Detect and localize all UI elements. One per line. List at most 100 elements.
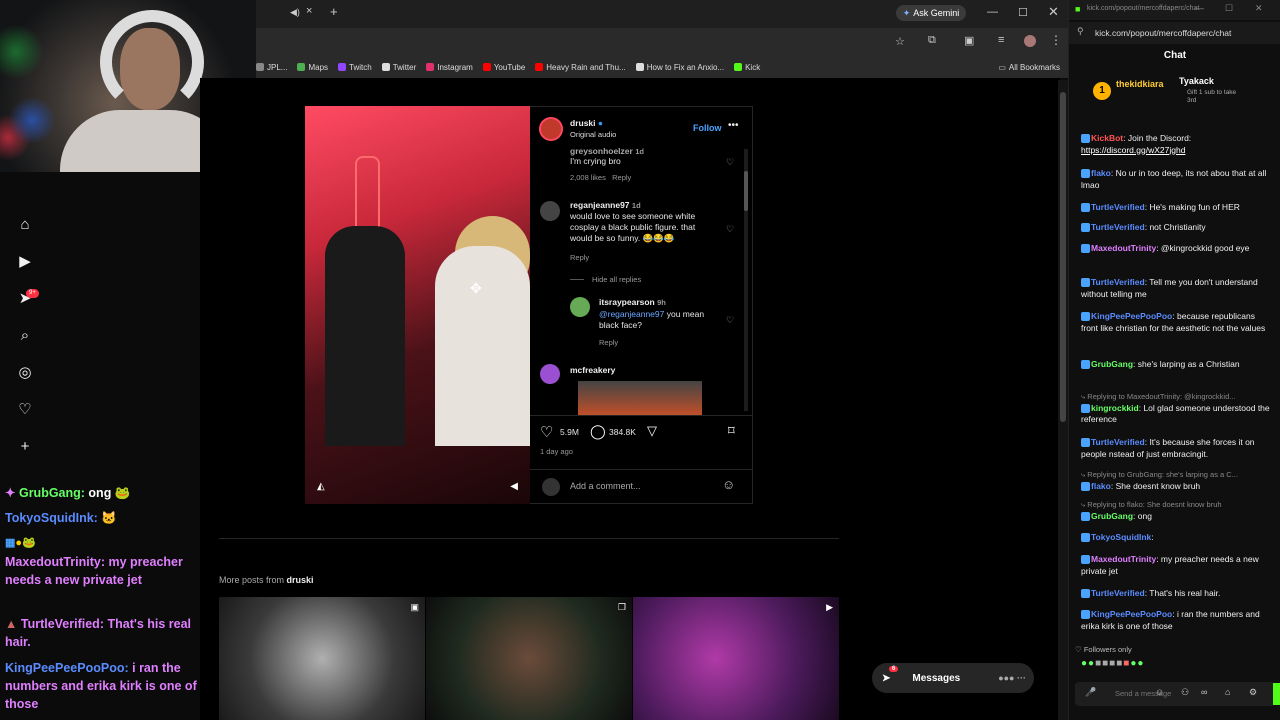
mute-icon[interactable]: ◀ [510, 481, 518, 492]
chat-username[interactable]: TurtleVerified [1091, 437, 1145, 447]
comment-username[interactable]: greysonhoelzer 1d [570, 146, 644, 156]
star-icon[interactable]: ☆ [895, 35, 905, 48]
home-icon[interactable]: ⌂ [1225, 687, 1230, 697]
users-icon[interactable]: ⚇ [1181, 687, 1189, 698]
emoji-icon[interactable]: ☺ [1155, 687, 1164, 697]
author-username[interactable]: druski ● [570, 118, 603, 128]
bookmark-icon[interactable]: ⌑ [728, 423, 735, 439]
chat-username[interactable]: TurtleVerified [1091, 222, 1145, 232]
chat-username[interactable]: KingPeePeePooPoo [1091, 609, 1172, 619]
explore-icon[interactable]: ◎ [16, 364, 34, 382]
comment-username[interactable]: reganjeanne97 1d [570, 200, 641, 210]
commenter-avatar[interactable] [540, 364, 560, 384]
chat-username[interactable]: TurtleVerified [1091, 202, 1145, 212]
post-side-panel: druski ● Original audio Follow ••• greys… [530, 106, 753, 504]
emote-row[interactable]: ●●■■■■■●● [1081, 658, 1277, 674]
profile-avatar[interactable] [1024, 35, 1036, 47]
bookmark-item[interactable]: Instagram [426, 63, 473, 72]
hide-replies-button[interactable]: Hide all replies [592, 275, 641, 284]
settings-gear-icon[interactable]: ⚙ [1249, 687, 1257, 698]
like-icon[interactable]: ♡ [540, 423, 553, 441]
all-bookmarks-button[interactable]: ▭ All Bookmarks [998, 63, 1060, 72]
close-window-icon[interactable]: ✕ [1048, 4, 1059, 20]
chat-username[interactable]: TurtleVerified [1091, 588, 1145, 598]
bookmarks-bar: JPL... Maps Twitch Twitter Instagram YouTube H… [256, 56, 1068, 78]
extensions-icon[interactable]: ⧉ [928, 34, 936, 47]
maximize-icon[interactable]: ☐ [1018, 6, 1028, 19]
chat-username[interactable]: TokyoSquidInk [1091, 532, 1151, 542]
ask-gemini-button[interactable]: ✦ Ask Gemini [896, 5, 966, 21]
home-icon[interactable]: ⌂ [16, 216, 34, 234]
bookmark-item[interactable]: Twitch [338, 63, 372, 72]
maximize-icon[interactable]: ☐ [1225, 3, 1233, 14]
chat-username[interactable]: TurtleVerified [1091, 277, 1145, 287]
chat-username[interactable]: KickBot [1091, 133, 1123, 143]
chat-username[interactable]: kingrockkid [1091, 403, 1139, 413]
reply-button[interactable]: Reply [612, 173, 631, 182]
send-button[interactable] [1273, 683, 1280, 705]
close-tab-icon[interactable]: × [306, 5, 312, 17]
bookmark-item[interactable]: Twitter [381, 63, 416, 72]
commenter-avatar[interactable] [540, 201, 560, 221]
emoji-icon[interactable]: ☺ [722, 477, 735, 492]
new-tab-button[interactable]: + [330, 4, 338, 19]
chat-username[interactable]: GrubGang [1091, 359, 1133, 369]
bookmark-item[interactable]: Heavy Rain and Thu... [535, 63, 626, 72]
chat-username[interactable]: KingPeePeePooPoo [1091, 311, 1172, 321]
heart-icon[interactable]: ♡ [16, 401, 34, 419]
cast-icon[interactable]: ▣ [964, 34, 974, 47]
messages-button[interactable]: ➤ 6 Messages ●●● ··· [872, 663, 1034, 693]
microphone-icon[interactable]: 🎤 [1085, 687, 1096, 698]
share-icon[interactable]: ▽ [647, 423, 657, 439]
bookmark-item[interactable]: JPL... [256, 63, 287, 72]
speaker-icon[interactable]: ◀) [290, 7, 300, 18]
create-icon[interactable]: + [16, 438, 34, 456]
link-icon[interactable]: ∞ [1201, 687, 1207, 697]
chat-text: She doesnt know bruh [1115, 480, 1201, 491]
tag-icon[interactable]: ◭ [317, 481, 325, 492]
bookmark-item[interactable]: Maps [297, 63, 328, 72]
comment-username[interactable]: mcfreakery [570, 365, 615, 375]
minimize-icon[interactable]: — [1195, 3, 1204, 13]
commenter-avatar[interactable] [570, 297, 590, 317]
comment-heart-icon[interactable]: ♡ [726, 157, 734, 168]
follow-button[interactable]: Follow [693, 123, 722, 133]
kick-url-text[interactable]: kick.com/popout/mercoffdaperc/chat [1095, 28, 1231, 38]
post-thumbnail[interactable]: ▣ [219, 597, 425, 720]
chat-username[interactable]: flako [1091, 168, 1111, 178]
add-comment-input[interactable]: Add a comment... [570, 481, 641, 491]
chat-link[interactable]: https://discord.gg/wX27jghd [1081, 145, 1185, 155]
comment-username[interactable]: itsraypearson 9h [599, 297, 666, 307]
reply-button[interactable]: Reply [570, 253, 589, 262]
bookmark-item[interactable]: How to Fix an Anxio... [635, 63, 724, 72]
chat-username[interactable]: flako [1091, 481, 1111, 491]
more-options-icon[interactable]: ••• [728, 120, 739, 131]
original-audio-label[interactable]: Original audio [570, 130, 616, 139]
comments-scrollbar[interactable] [744, 149, 748, 411]
comment-heart-icon[interactable]: ♡ [726, 315, 734, 326]
search-icon[interactable]: ⌕ [16, 327, 34, 345]
mention-link[interactable]: @reganjeanne97 [599, 309, 664, 319]
reel-video[interactable]: ◭ ◀ [305, 106, 530, 504]
reply-button[interactable]: Reply [599, 338, 618, 347]
reels-icon[interactable]: ▶ [16, 253, 34, 271]
bookmark-item[interactable]: YouTube [482, 63, 525, 72]
send-message-input[interactable]: 🎤 Send a message ☺ ⚇ ∞ ⌂ ⚙ [1075, 682, 1275, 706]
post-thumbnail[interactable]: ❐ [426, 597, 632, 720]
reading-list-icon[interactable]: ≡ [998, 34, 1004, 46]
comment-icon[interactable]: ◯ [590, 423, 606, 440]
comment-heart-icon[interactable]: ♡ [726, 224, 734, 235]
site-settings-icon[interactable]: ⚲ [1077, 26, 1084, 37]
gemini-icon: ✦ [902, 7, 911, 18]
bookmark-item[interactable]: Kick [734, 63, 760, 72]
minimize-icon[interactable]: — [987, 6, 998, 18]
page-scrollbar[interactable] [1058, 80, 1068, 720]
author-avatar[interactable] [539, 117, 563, 141]
chat-username[interactable]: MaxedoutTrinity [1091, 243, 1156, 253]
chat-username[interactable]: GrubGang [1091, 511, 1133, 521]
menu-kebab-icon[interactable]: ⋮ [1050, 33, 1062, 47]
chat-message: GrubGang: she's larping as a Christian [1081, 359, 1271, 371]
chat-username[interactable]: MaxedoutTrinity [1091, 554, 1156, 564]
post-thumbnail[interactable]: ▶ [633, 597, 839, 720]
close-window-icon[interactable]: ✕ [1255, 3, 1263, 14]
